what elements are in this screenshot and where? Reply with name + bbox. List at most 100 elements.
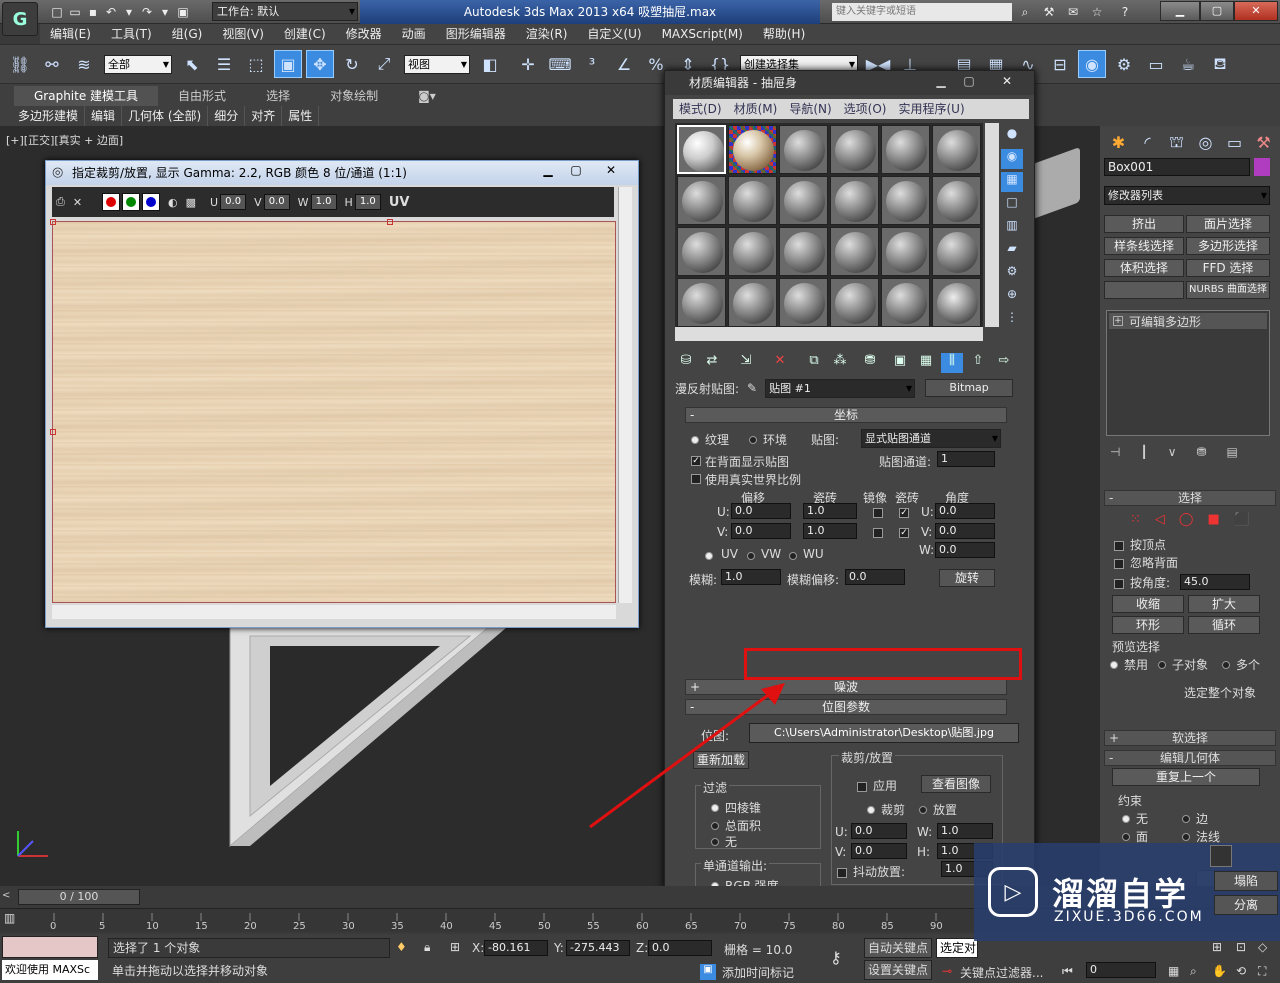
tab-freeform[interactable]: 自由形式 xyxy=(158,86,246,106)
volume-select-button[interactable]: 体积选择 xyxy=(1104,259,1184,277)
sample-slot[interactable] xyxy=(779,227,828,276)
material-id-channel-icon[interactable]: ▣ xyxy=(889,353,911,373)
menu-modifiers[interactable]: 修改器 xyxy=(336,24,392,44)
subtab-poly-modeling[interactable]: 多边形建模 xyxy=(12,106,86,126)
render-production-icon[interactable]: ☕ xyxy=(1174,50,1202,78)
crop-window-close[interactable]: ✕ xyxy=(592,163,630,181)
crop-window-minimize[interactable]: ▁ xyxy=(534,163,562,181)
stack-item[interactable]: + 可编辑多边形 xyxy=(1109,313,1267,329)
options-icon[interactable]: ⚙ xyxy=(1001,264,1023,284)
uv-tiling-icon[interactable]: □ xyxy=(1001,195,1023,215)
sample-slot[interactable] xyxy=(779,176,828,225)
zoom-extents-icon[interactable]: ⊡ xyxy=(1236,940,1246,954)
element-icon[interactable]: ⬛ xyxy=(1234,512,1250,527)
sample-slot[interactable] xyxy=(881,227,930,276)
angle-snap-icon[interactable]: ∠ xyxy=(610,50,638,78)
v-spinner[interactable]: 0.0 xyxy=(263,194,290,210)
empty-modifier-button[interactable] xyxy=(1104,281,1184,299)
maxscript-listener[interactable] xyxy=(2,936,98,958)
monochrome-icon[interactable]: ▩ xyxy=(186,196,196,209)
motion-tab-icon[interactable]: ◎ xyxy=(1193,128,1218,156)
x-coord-field[interactable]: -80.161 xyxy=(484,940,548,956)
mated-minimize[interactable]: ▁ xyxy=(931,74,951,90)
modify-tab-icon[interactable]: ◜ xyxy=(1135,128,1160,156)
render-setup-icon[interactable]: ⚙ xyxy=(1110,50,1138,78)
menu-create[interactable]: 创建(C) xyxy=(274,24,336,44)
ref-coord-combo[interactable]: 视图 xyxy=(404,54,470,74)
real-world-checkbox[interactable]: 使用真实世界比例 xyxy=(705,471,801,488)
subtab-align[interactable]: 对齐 xyxy=(245,106,283,126)
u-spinner[interactable]: 0.0 xyxy=(220,194,247,210)
sample-slot[interactable] xyxy=(677,176,726,225)
selection-filter-combo[interactable]: 全部 xyxy=(104,54,172,74)
crop-v-spinner[interactable]: 0.0 xyxy=(851,843,907,859)
menu-maxscript[interactable]: MAXScript(M) xyxy=(652,24,753,44)
select-scale-icon[interactable]: ⤢ xyxy=(370,50,398,78)
view-image-button[interactable]: 查看图像 xyxy=(921,775,991,793)
environ-radio[interactable]: 环境 xyxy=(763,431,787,448)
v-angle-spinner[interactable]: 0.0 xyxy=(935,523,995,539)
communication-icon[interactable]: ✉ xyxy=(1064,3,1082,21)
sample-slot[interactable] xyxy=(728,227,777,276)
copy-material-icon[interactable]: ⧉ xyxy=(803,353,825,373)
menu-edit[interactable]: 编辑(E) xyxy=(40,24,101,44)
time-tag-icon[interactable]: ▣ xyxy=(700,964,716,980)
loop-button[interactable]: 循环 xyxy=(1188,616,1260,634)
ffd-select-button[interactable]: FFD 选择 xyxy=(1186,259,1270,277)
vertical-scrollbar[interactable] xyxy=(618,187,632,603)
red-channel-button[interactable] xyxy=(102,193,121,211)
y-coord-field[interactable]: -275.443 xyxy=(566,940,630,956)
viewport-label[interactable]: [+][正交][真实 + 边面] xyxy=(6,132,123,148)
mated-maximize[interactable]: ▢ xyxy=(959,74,979,90)
repeat-last-button[interactable]: 重复上一个 xyxy=(1112,768,1260,786)
utilities-tab-icon[interactable]: ⚒ xyxy=(1251,128,1276,156)
sample-slot[interactable] xyxy=(677,125,726,174)
sample-slot[interactable] xyxy=(728,278,777,327)
sample-slot[interactable] xyxy=(932,227,981,276)
sample-slot[interactable] xyxy=(830,227,879,276)
by-vertex-checkbox[interactable]: 按顶点 xyxy=(1130,536,1166,553)
horizontal-scrollbar[interactable] xyxy=(52,605,616,619)
angle-spinner[interactable]: 45.0 xyxy=(1180,574,1250,590)
sample-slot-active[interactable] xyxy=(728,125,777,174)
me-menu-mode[interactable]: 模式(D) xyxy=(673,99,728,119)
ring-button[interactable]: 环形 xyxy=(1112,616,1184,634)
pivot-center-icon[interactable]: ◧ xyxy=(476,50,504,78)
redo-icon[interactable]: ↷ xyxy=(138,3,156,21)
subtab-edit[interactable]: 编辑 xyxy=(85,106,123,126)
pan-hand-icon[interactable]: ✋ xyxy=(1212,964,1227,978)
hierarchy-tab-icon[interactable]: ⛫ xyxy=(1164,128,1189,156)
mated-close[interactable]: ✕ xyxy=(995,74,1019,90)
menu-group[interactable]: 组(G) xyxy=(162,24,213,44)
undo-dropdown-icon[interactable]: ▾ xyxy=(120,3,138,21)
border-icon[interactable]: ◯ xyxy=(1179,512,1194,527)
shrink-button[interactable]: 收缩 xyxy=(1112,595,1184,613)
schematic-view-icon[interactable]: ⊟ xyxy=(1046,50,1074,78)
collapse-button-partial[interactable]: 塌陷 xyxy=(1214,871,1278,891)
field-of-view-icon[interactable]: ◇ xyxy=(1258,940,1267,954)
select-object-icon[interactable]: ⬉ xyxy=(178,50,206,78)
backlight-icon[interactable]: ◉ xyxy=(1001,149,1023,169)
maxscript-mini-listener[interactable]: 欢迎使用 MAXSc xyxy=(2,960,98,980)
favorites-icon[interactable]: ☆ xyxy=(1088,3,1106,21)
w-angle-spinner[interactable]: 0.0 xyxy=(935,542,995,558)
me-menu-navigation[interactable]: 导航(N) xyxy=(783,99,837,119)
minimize-button[interactable]: ▁ xyxy=(1160,1,1200,21)
select-by-name-icon[interactable]: ☰ xyxy=(210,50,238,78)
put-to-scene-icon[interactable]: ⇄ xyxy=(701,353,723,373)
material-editor-icon[interactable]: ◉ xyxy=(1078,50,1106,78)
rendered-frame-icon[interactable]: ▭ xyxy=(1142,50,1170,78)
rect-select-region-icon[interactable]: ⬚ xyxy=(242,50,270,78)
key-mode-combo[interactable]: 选定对象 xyxy=(936,938,978,958)
subtab-subdivision[interactable]: 细分 xyxy=(208,106,246,126)
go-forward-sibling-icon[interactable]: ⇨ xyxy=(993,353,1015,373)
undo-icon[interactable]: ↶ xyxy=(102,3,120,21)
wu-radio[interactable]: WU xyxy=(803,547,824,561)
edge-icon[interactable]: ◁ xyxy=(1155,512,1165,527)
close-button[interactable]: ✕ xyxy=(1234,1,1278,21)
key-filter-icon[interactable]: ⊸ xyxy=(942,964,952,978)
z-coord-field[interactable]: 0.0 xyxy=(648,940,712,956)
u-angle-spinner[interactable]: 0.0 xyxy=(935,503,995,519)
isolate-selection-icon[interactable]: ♦ xyxy=(396,940,407,954)
menu-customize[interactable]: 自定义(U) xyxy=(577,24,651,44)
